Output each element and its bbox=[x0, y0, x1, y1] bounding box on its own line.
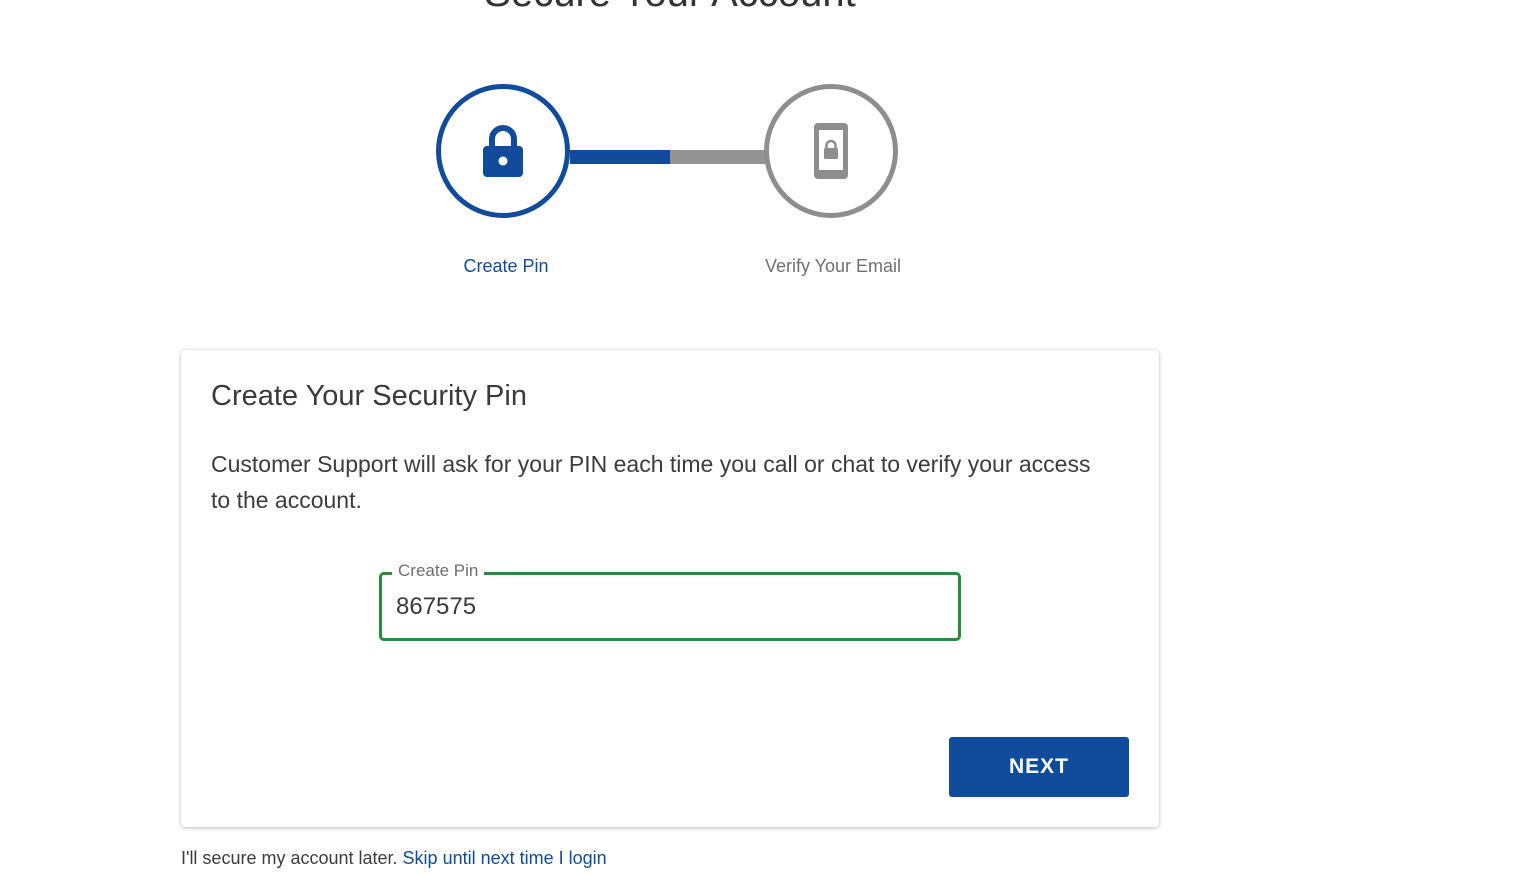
create-pin-label: Create Pin bbox=[392, 561, 485, 581]
create-pin-field: Create Pin bbox=[379, 561, 961, 641]
step-label-create-pin: Create Pin bbox=[463, 256, 549, 276]
step-label-verify-email: Verify Your Email bbox=[764, 256, 902, 276]
mobile-lock-icon bbox=[814, 123, 848, 179]
page-title: Secure Your Account bbox=[0, 0, 1340, 13]
page: Secure Your Account Create Pin Verify Yo… bbox=[0, 0, 1518, 874]
card-description: Customer Support will ask for your PIN e… bbox=[211, 451, 1091, 513]
step-verify-email-circle bbox=[764, 84, 898, 218]
security-pin-card: Create Your Security Pin Customer Suppor… bbox=[181, 350, 1159, 827]
stepper-connector-pending bbox=[670, 150, 766, 164]
stepper-connector-completed bbox=[570, 150, 670, 164]
step-create-pin-circle bbox=[436, 84, 570, 218]
card-title: Create Your Security Pin bbox=[211, 380, 527, 412]
progress-stepper: Create Pin Verify Your Email bbox=[436, 84, 906, 284]
footer-note: I'll secure my account later. Skip until… bbox=[181, 848, 607, 869]
lock-icon bbox=[483, 125, 523, 177]
next-button[interactable]: NEXT bbox=[949, 737, 1129, 797]
create-pin-input[interactable] bbox=[396, 591, 936, 623]
footer-note-text: I'll secure my account later. bbox=[181, 848, 398, 868]
skip-link[interactable]: Skip until next time I login bbox=[403, 848, 607, 868]
